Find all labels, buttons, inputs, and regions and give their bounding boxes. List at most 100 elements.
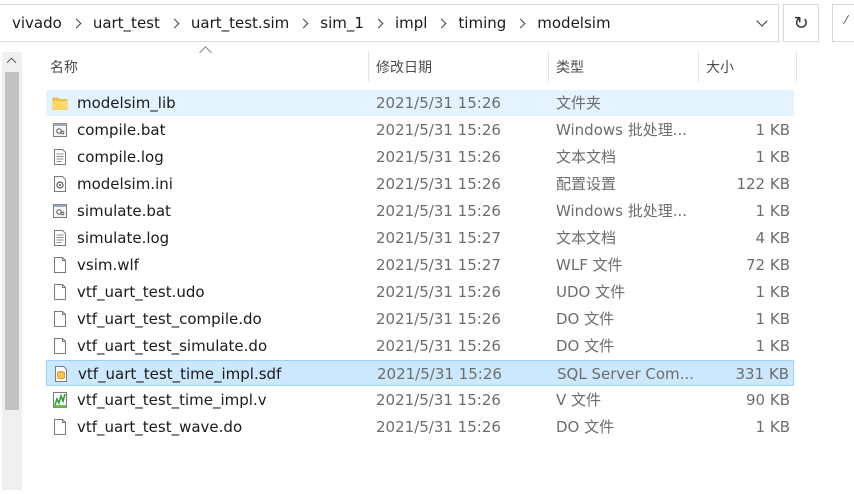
file-date: 2021/5/31 15:26 bbox=[376, 94, 501, 112]
column-divider[interactable] bbox=[368, 52, 369, 82]
text-file-icon bbox=[52, 229, 68, 247]
breadcrumb-item[interactable]: modelsim bbox=[537, 14, 610, 32]
file-date: 2021/5/31 15:26 bbox=[377, 365, 502, 383]
column-header-size[interactable]: 大小 bbox=[706, 52, 796, 82]
file-date: 2021/5/31 15:27 bbox=[376, 256, 501, 274]
file-type: 文本文档 bbox=[556, 229, 617, 247]
file-row[interactable]: compile.log 2021/5/31 15:26 文本文档 1 KB bbox=[46, 144, 794, 170]
file-row[interactable]: compile.bat 2021/5/31 15:26 Windows 批处理...… bbox=[46, 117, 794, 143]
breadcrumb: vivado uart_test uart_test.sim sim_1 impl tim… bbox=[0, 5, 611, 41]
file-type: DO 文件 bbox=[556, 337, 615, 355]
chevron-right-icon[interactable] bbox=[169, 18, 180, 28]
column-divider[interactable] bbox=[796, 52, 797, 82]
chevron-right-icon[interactable] bbox=[298, 18, 309, 28]
sdf-file-icon bbox=[53, 365, 69, 383]
file-type: 配置设置 bbox=[556, 175, 617, 193]
address-bar[interactable]: vivado uart_test uart_test.sim sim_1 impl tim… bbox=[0, 4, 779, 42]
file-row[interactable]: vtf_uart_test_wave.do 2021/5/31 15:26 DO 文… bbox=[46, 414, 794, 440]
blank-file-icon bbox=[52, 337, 68, 355]
file-type: SQL Server Com... bbox=[557, 365, 694, 383]
file-size: 1 KB bbox=[755, 337, 790, 355]
file-date: 2021/5/31 15:26 bbox=[376, 148, 501, 166]
bat-file-icon bbox=[52, 202, 68, 220]
blank-file-icon bbox=[52, 283, 68, 301]
breadcrumb-item[interactable]: uart_test bbox=[93, 14, 160, 32]
file-row[interactable]: simulate.log 2021/5/31 15:27 文本文档 4 KB bbox=[46, 225, 794, 251]
file-date: 2021/5/31 15:26 bbox=[376, 175, 501, 193]
file-row[interactable]: vtf_uart_test_simulate.do 2021/5/31 15:26… bbox=[46, 333, 794, 359]
column-header-type[interactable]: 类型 bbox=[556, 52, 696, 82]
file-name: vtf_uart_test_time_impl.v bbox=[77, 391, 267, 409]
file-name: vtf_uart_test_compile.do bbox=[77, 310, 262, 328]
ini-file-icon bbox=[52, 175, 68, 193]
file-name: simulate.bat bbox=[77, 202, 171, 220]
file-row[interactable]: vtf_uart_test_time_impl.sdf 2021/5/31 15:… bbox=[46, 360, 794, 386]
file-type: Windows 批处理... bbox=[556, 121, 688, 139]
column-name-label: 名称 bbox=[50, 60, 78, 76]
breadcrumb-item[interactable]: impl bbox=[395, 14, 427, 32]
column-divider[interactable] bbox=[698, 52, 699, 82]
chevron-right-icon[interactable] bbox=[515, 18, 526, 28]
refresh-icon[interactable]: ↻ bbox=[783, 4, 819, 42]
file-name: simulate.log bbox=[77, 229, 170, 247]
file-date: 2021/5/31 15:26 bbox=[376, 283, 501, 301]
scroll-thumb[interactable] bbox=[5, 72, 19, 410]
chevron-right-icon[interactable] bbox=[436, 18, 447, 28]
file-name: vtf_uart_test_simulate.do bbox=[77, 337, 268, 355]
scroll-up-arrow-icon[interactable] bbox=[2, 52, 22, 70]
file-name: vtf_uart_test.udo bbox=[77, 283, 205, 301]
column-type-label: 类型 bbox=[556, 60, 584, 76]
blank-file-icon bbox=[52, 256, 68, 274]
chevron-down-icon[interactable] bbox=[748, 5, 778, 41]
file-date: 2021/5/31 15:26 bbox=[376, 202, 501, 220]
file-name: modelsim.ini bbox=[77, 175, 173, 193]
file-name: vtf_uart_test_time_impl.sdf bbox=[78, 365, 282, 383]
blank-file-icon bbox=[52, 310, 68, 328]
file-row[interactable]: modelsim.ini 2021/5/31 15:26 配置设置 122 KB bbox=[46, 171, 794, 197]
chevron-right-icon[interactable] bbox=[71, 18, 82, 28]
column-date-label: 修改日期 bbox=[376, 60, 432, 76]
file-size: 90 KB bbox=[746, 391, 790, 409]
file-size: 1 KB bbox=[755, 283, 790, 301]
file-size: 122 KB bbox=[736, 175, 790, 193]
text-file-icon bbox=[52, 148, 68, 166]
blank-file-icon bbox=[52, 418, 68, 436]
file-row[interactable]: vtf_uart_test_time_impl.v 2021/5/31 15:26… bbox=[46, 387, 794, 413]
file-date: 2021/5/31 15:26 bbox=[376, 391, 501, 409]
v-file-icon bbox=[52, 391, 68, 409]
file-name: vsim.wlf bbox=[77, 256, 139, 274]
breadcrumb-item[interactable]: sim_1 bbox=[320, 14, 364, 32]
file-row[interactable]: simulate.bat 2021/5/31 15:26 Windows 批处理..… bbox=[46, 198, 794, 224]
file-name: compile.bat bbox=[77, 121, 166, 139]
file-row[interactable]: vsim.wlf 2021/5/31 15:27 WLF 文件 72 KB bbox=[46, 252, 794, 278]
file-name: vtf_uart_test_wave.do bbox=[77, 418, 243, 436]
breadcrumb-item[interactable]: vivado bbox=[12, 14, 62, 32]
chevron-right-icon[interactable] bbox=[373, 18, 384, 28]
file-date: 2021/5/31 15:26 bbox=[376, 337, 501, 355]
file-size: 1 KB bbox=[755, 121, 790, 139]
file-size: 1 KB bbox=[755, 418, 790, 436]
file-size: 4 KB bbox=[755, 229, 790, 247]
file-type: V 文件 bbox=[556, 391, 602, 409]
file-size: 1 KB bbox=[755, 202, 790, 220]
search-box[interactable] bbox=[832, 4, 854, 42]
file-size: 72 KB bbox=[746, 256, 790, 274]
column-header-name[interactable]: 名称 bbox=[50, 52, 368, 82]
file-row[interactable]: modelsim_lib 2021/5/31 15:26 文件夹 bbox=[46, 90, 794, 116]
file-size: 331 KB bbox=[735, 365, 789, 383]
file-row[interactable]: vtf_uart_test.udo 2021/5/31 15:26 UDO 文件 1 … bbox=[46, 279, 794, 305]
file-row[interactable]: vtf_uart_test_compile.do 2021/5/31 15:26 D… bbox=[46, 306, 794, 332]
breadcrumb-item[interactable]: uart_test.sim bbox=[191, 14, 289, 32]
column-header-date[interactable]: 修改日期 bbox=[376, 52, 546, 82]
breadcrumb-item[interactable]: timing bbox=[458, 14, 506, 32]
file-date: 2021/5/31 15:26 bbox=[376, 310, 501, 328]
column-size-label: 大小 bbox=[706, 60, 734, 76]
vertical-scrollbar[interactable] bbox=[2, 52, 22, 490]
file-date: 2021/5/31 15:26 bbox=[376, 418, 501, 436]
file-type: 文本文档 bbox=[556, 148, 617, 166]
bat-file-icon bbox=[52, 121, 68, 139]
file-size: 1 KB bbox=[755, 310, 790, 328]
file-type: Windows 批处理... bbox=[556, 202, 688, 220]
column-divider[interactable] bbox=[548, 52, 549, 82]
file-date: 2021/5/31 15:26 bbox=[376, 121, 501, 139]
